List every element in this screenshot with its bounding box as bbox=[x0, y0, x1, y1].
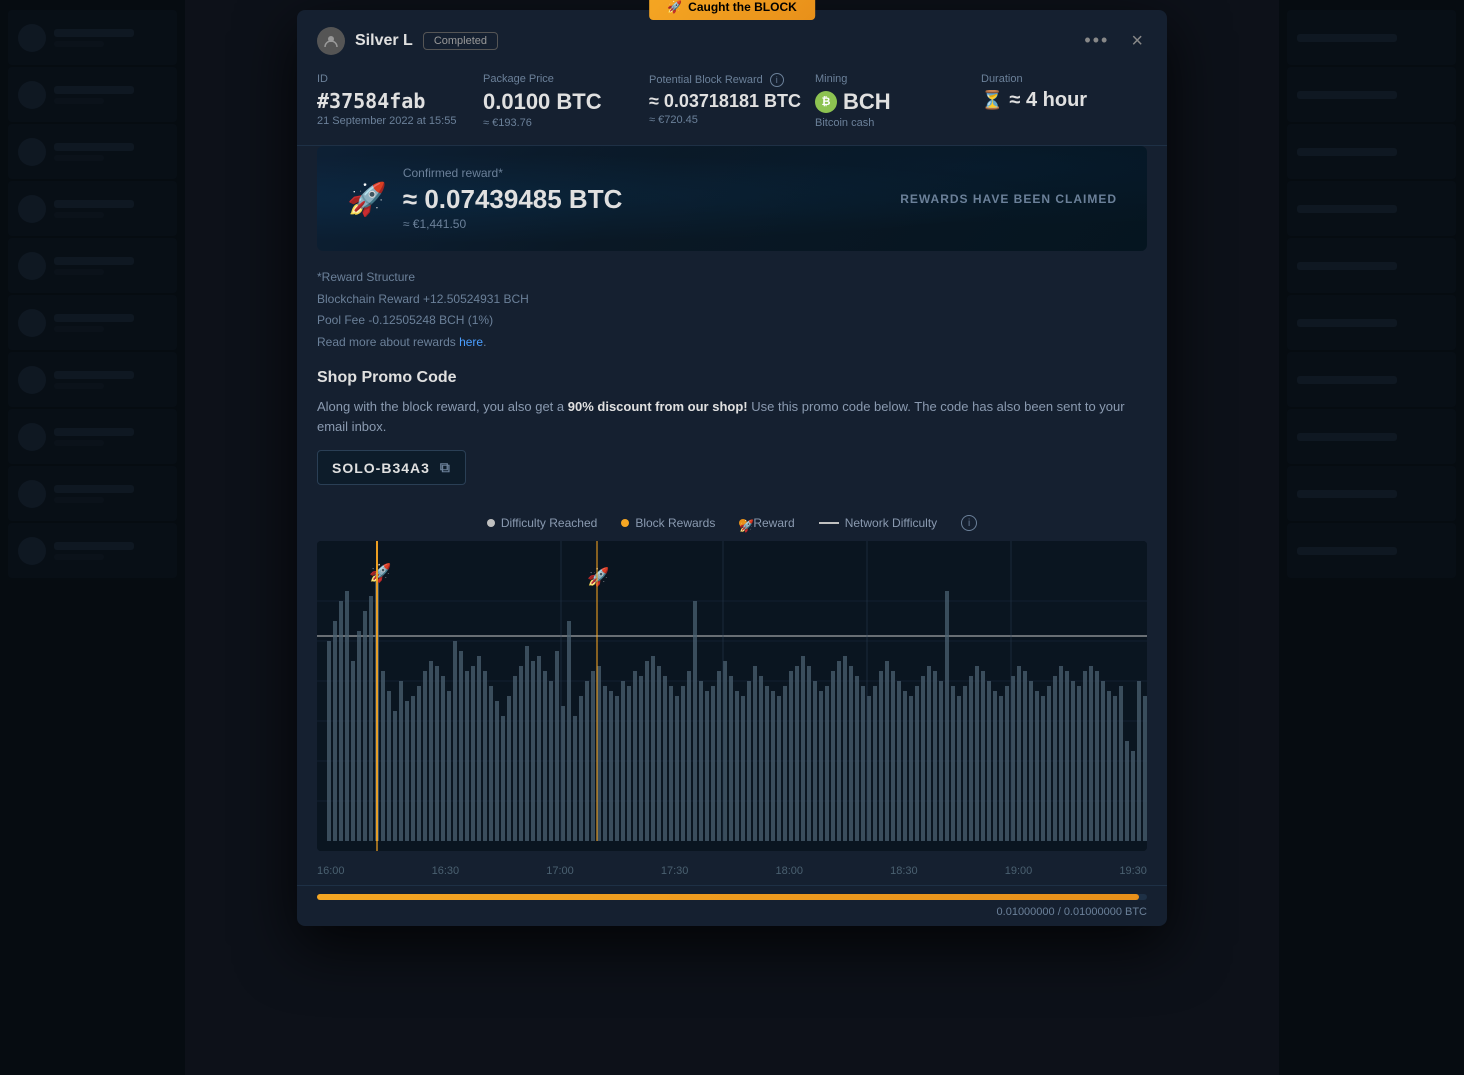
caught-badge-label: Caught the BLOCK bbox=[688, 0, 797, 14]
hourglass-icon: ⏳ bbox=[981, 90, 1003, 111]
legend-reward: 🚀 Reward bbox=[739, 516, 794, 530]
more-options-button[interactable]: ••• bbox=[1076, 26, 1117, 55]
promo-code-box: SOLO-B34A3 ⧉ bbox=[317, 450, 466, 485]
close-button[interactable]: × bbox=[1127, 27, 1147, 55]
package-price-column: Package Price 0.0100 BTC ≈ €193.76 bbox=[483, 73, 649, 129]
reward-banner: 🚀 Confirmed reward* ≈ 0.07439485 BTC ≈ €… bbox=[317, 146, 1147, 251]
duration-column: Duration ⏳ ≈ 4 hour bbox=[981, 73, 1147, 129]
legend-block-rewards: Block Rewards bbox=[621, 516, 715, 530]
potential-reward-btc: ≈ 0.03718181 BTC bbox=[649, 91, 815, 112]
avatar bbox=[317, 27, 345, 55]
time-label-1700: 17:00 bbox=[546, 865, 574, 877]
progress-label: 0.01000000 / 0.01000000 BTC bbox=[317, 906, 1147, 918]
caught-block-badge: 🚀 Caught the BLOCK bbox=[649, 0, 815, 20]
package-price-label: Package Price bbox=[483, 73, 649, 85]
progress-section: 0.01000000 / 0.01000000 BTC bbox=[297, 885, 1167, 926]
potential-reward-column: Potential Block Reward i ≈ 0.03718181 BT… bbox=[649, 73, 815, 129]
rocket-large-icon: 🚀 bbox=[347, 180, 387, 218]
mining-coin-full-name: Bitcoin cash bbox=[815, 117, 981, 129]
potential-reward-label: Potential Block Reward i bbox=[649, 73, 815, 87]
mining-coin-name: BCH bbox=[843, 89, 891, 115]
user-info: Silver L Completed bbox=[317, 27, 498, 55]
bch-icon: ₿ bbox=[815, 91, 837, 113]
modal-actions[interactable]: ••• × bbox=[1076, 26, 1147, 55]
package-price-eur: ≈ €193.76 bbox=[483, 117, 649, 129]
discount-highlight: 90% discount from our shop! bbox=[568, 399, 748, 414]
time-label-1800: 18:00 bbox=[776, 865, 804, 877]
shop-promo-section: Shop Promo Code Along with the block rew… bbox=[297, 369, 1167, 505]
rocket-icon: 🚀 bbox=[667, 0, 682, 14]
time-label-1730: 17:30 bbox=[661, 865, 689, 877]
id-value: #37584fab bbox=[317, 89, 483, 113]
status-badge: Completed bbox=[423, 32, 498, 50]
blockchain-reward: Blockchain Reward +12.50524931 BCH bbox=[317, 289, 1147, 311]
difficulty-reached-dot bbox=[487, 519, 495, 527]
user-name: Silver L bbox=[355, 32, 413, 50]
modal-container: 🚀 Caught the BLOCK Silver L Completed ••… bbox=[297, 10, 1167, 926]
mining-label: Mining bbox=[815, 73, 981, 85]
mining-coin-row: ₿ BCH bbox=[815, 89, 981, 115]
progress-bar-inner bbox=[317, 894, 1139, 900]
time-label-1830: 18:30 bbox=[890, 865, 918, 877]
difficulty-reached-label: Difficulty Reached bbox=[501, 516, 598, 530]
block-rewards-label: Block Rewards bbox=[635, 516, 715, 530]
reward-dot: 🚀 bbox=[739, 519, 747, 527]
network-difficulty-line bbox=[819, 522, 839, 524]
reward-structure: *Reward Structure Blockchain Reward +12.… bbox=[297, 267, 1167, 369]
chart-rocket-2: 🚀 bbox=[587, 566, 609, 587]
legend-difficulty-reached: Difficulty Reached bbox=[487, 516, 598, 530]
legend-info-icon[interactable]: i bbox=[961, 515, 977, 531]
confirmed-label: Confirmed reward* bbox=[403, 166, 623, 180]
time-label-1630: 16:30 bbox=[432, 865, 460, 877]
chart-legend: Difficulty Reached Block Rewards 🚀 Rewar… bbox=[297, 505, 1167, 541]
reward-structure-title: *Reward Structure bbox=[317, 267, 1147, 289]
shop-promo-title: Shop Promo Code bbox=[317, 369, 1147, 387]
progress-bar-outer bbox=[317, 894, 1147, 900]
reward-text-block: Confirmed reward* ≈ 0.07439485 BTC ≈ €1,… bbox=[403, 166, 623, 231]
network-difficulty-label: Network Difficulty bbox=[845, 516, 937, 530]
chart-container: 🚀 🚀 bbox=[317, 541, 1147, 851]
time-label-1930: 19:30 bbox=[1119, 865, 1147, 877]
mining-column: Mining ₿ BCH Bitcoin cash bbox=[815, 73, 981, 129]
read-more-link[interactable]: here bbox=[459, 335, 483, 349]
confirmed-amount: ≈ 0.07439485 BTC bbox=[403, 184, 623, 215]
duration-label: Duration bbox=[981, 73, 1147, 85]
id-date: 21 September 2022 at 15:55 bbox=[317, 115, 483, 127]
confirmed-eur: ≈ €1,441.50 bbox=[403, 217, 623, 231]
potential-reward-eur: ≈ €720.45 bbox=[649, 114, 815, 126]
id-label: ID bbox=[317, 73, 483, 85]
package-price-btc: 0.0100 BTC bbox=[483, 89, 649, 115]
read-more-text: Read more about rewards here. bbox=[317, 332, 1147, 354]
chart-rocket-1: 🚀 bbox=[369, 562, 391, 583]
info-row: ID #37584fab 21 September 2022 at 15:55 … bbox=[297, 55, 1167, 146]
duration-value: ⏳ ≈ 4 hour bbox=[981, 89, 1147, 112]
block-rewards-dot bbox=[621, 519, 629, 527]
promo-code-value: SOLO-B34A3 bbox=[332, 460, 430, 476]
info-icon: i bbox=[770, 73, 784, 87]
reward-left: 🚀 Confirmed reward* ≈ 0.07439485 BTC ≈ €… bbox=[347, 166, 622, 231]
pool-fee: Pool Fee -0.12505248 BCH (1%) bbox=[317, 310, 1147, 332]
time-label-1600: 16:00 bbox=[317, 865, 345, 877]
copy-icon[interactable]: ⧉ bbox=[440, 459, 451, 476]
reward-claimed-label: REWARDS HAVE BEEN CLAIMED bbox=[900, 192, 1117, 206]
chart-svg: 🚀 🚀 bbox=[317, 541, 1147, 851]
reward-label: Reward bbox=[753, 516, 794, 530]
id-column: ID #37584fab 21 September 2022 at 15:55 bbox=[317, 73, 483, 129]
legend-network-difficulty: Network Difficulty bbox=[819, 516, 937, 530]
time-axis: 16:00 16:30 17:00 17:30 18:00 18:30 19:0… bbox=[297, 861, 1167, 885]
time-label-1900: 19:00 bbox=[1005, 865, 1033, 877]
shop-promo-description: Along with the block reward, you also ge… bbox=[317, 397, 1147, 436]
